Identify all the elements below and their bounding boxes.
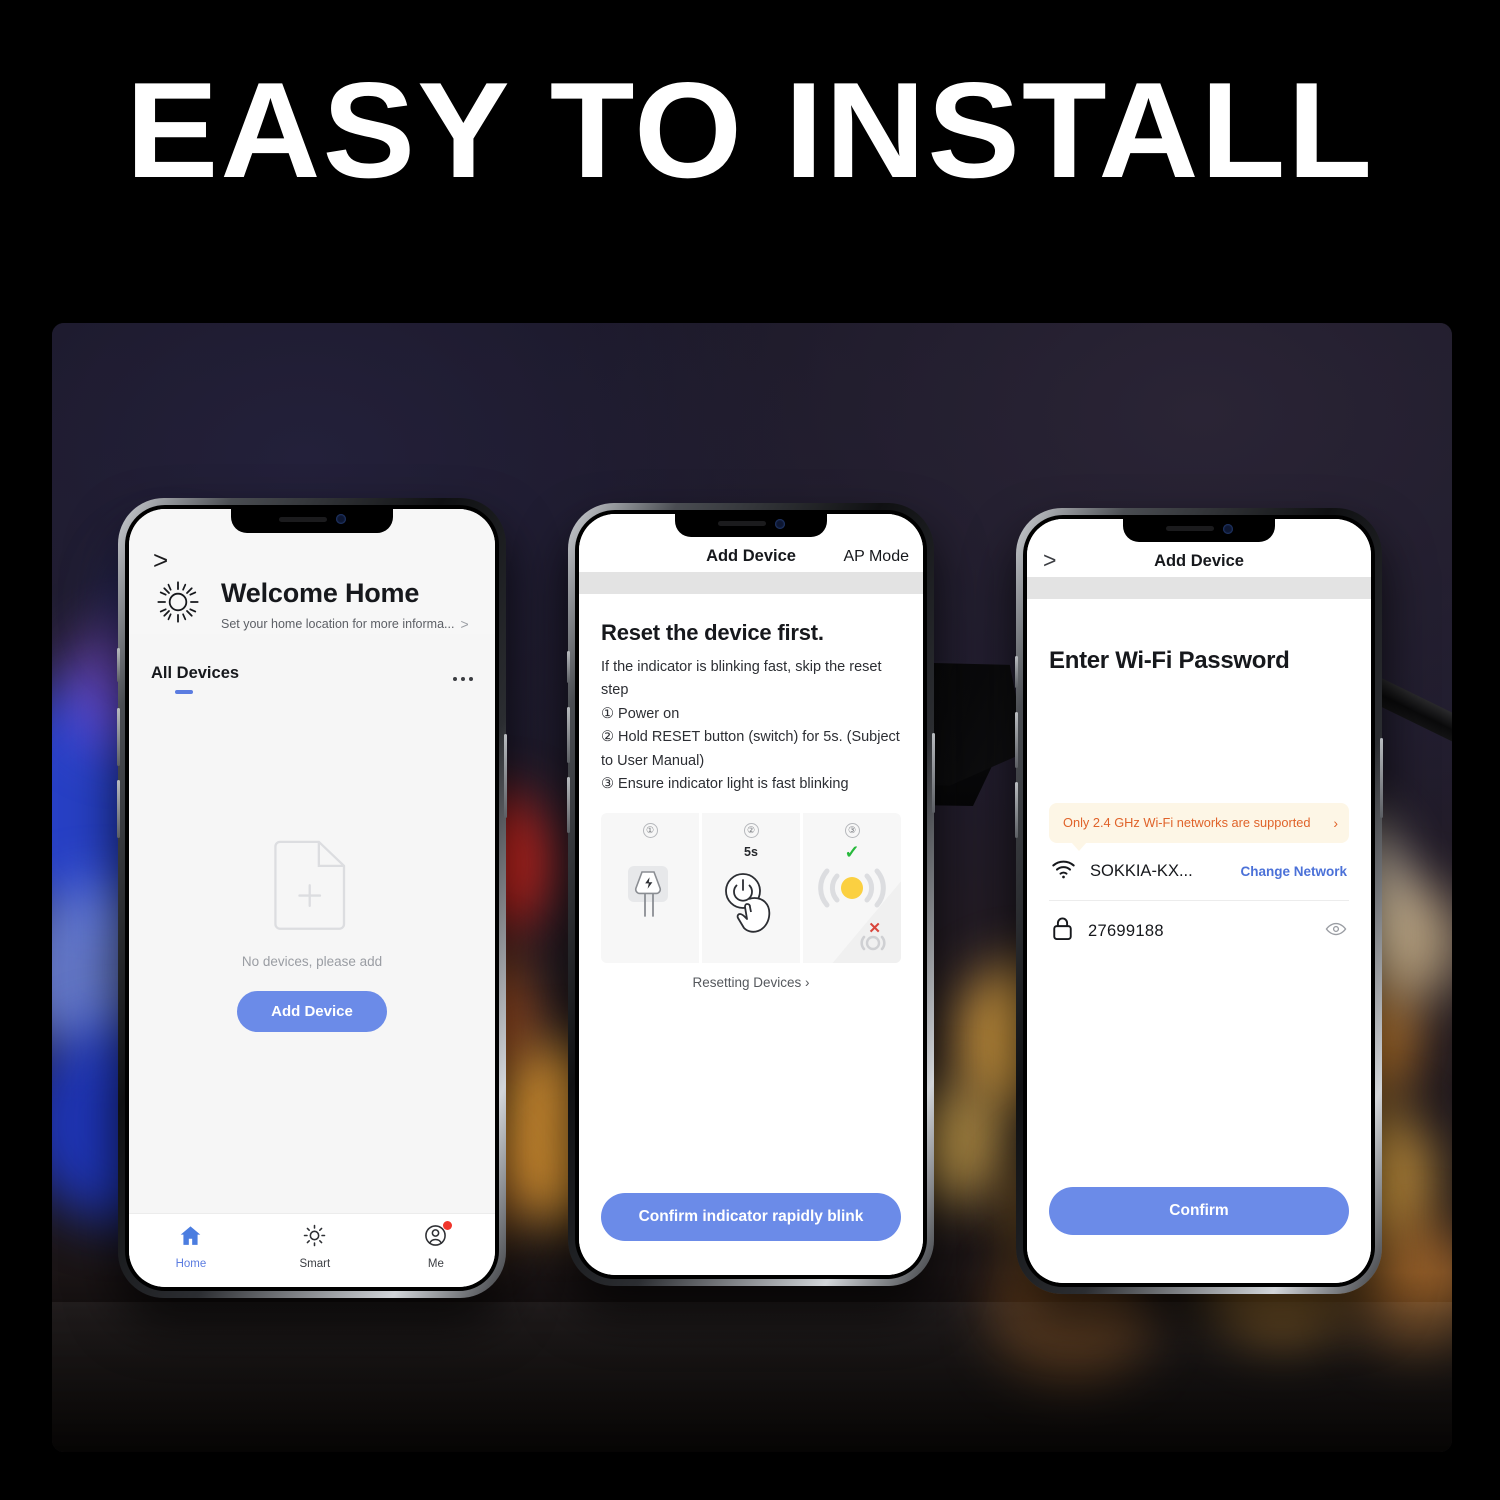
illus-step-2-number: ②	[743, 822, 759, 838]
wifi-password-heading: Enter Wi-Fi Password	[1049, 647, 1290, 674]
home-icon	[178, 1223, 203, 1251]
reset-body: If the indicator is blinking fast, skip …	[601, 659, 882, 699]
notification-badge	[443, 1221, 453, 1230]
illus-step-2: ② 5s	[702, 812, 800, 963]
reset-step-3: ③ Ensure indicator light is fast blinkin…	[601, 776, 849, 793]
earpiece-speaker	[717, 521, 766, 526]
illus-step-3: ③ ✓ ✕	[803, 812, 901, 963]
back-chevron-icon[interactable]: >	[153, 547, 473, 573]
front-camera	[774, 518, 785, 529]
hold-duration-label: 5s	[744, 844, 758, 859]
nav-item-me-label: Me	[427, 1258, 444, 1270]
nav-item-home-label: Home	[175, 1258, 207, 1270]
reset-illustration: ① ② 5s ③ ✓ ✕	[601, 812, 901, 963]
phone-volume-up-button[interactable]	[567, 707, 570, 763]
phone-wifi-password-screen: > Add Device Enter Wi-Fi Password Only 2…	[1015, 508, 1383, 1294]
phone-notch	[1123, 515, 1275, 542]
change-network-button[interactable]: Change Network	[1240, 864, 1347, 879]
wifi-band-tip[interactable]: Only 2.4 GHz Wi-Fi networks are supporte…	[1049, 803, 1349, 852]
wifi-icon	[1051, 858, 1076, 885]
reset-step-2: ② Hold RESET button (switch) for 5s. (Su…	[601, 729, 900, 769]
nav-item-me[interactable]: Me	[423, 1221, 453, 1270]
nav-item-smart[interactable]: Smart	[299, 1223, 330, 1270]
confirm-indicator-blink-button[interactable]: Confirm indicator rapidly blink	[601, 1193, 901, 1241]
content-card: Reset the device first. If the indicator…	[579, 594, 923, 1275]
nav-divider	[579, 572, 923, 594]
password-value[interactable]: 27699188	[1088, 922, 1311, 941]
confirm-button[interactable]: Confirm	[1049, 1187, 1349, 1235]
check-icon: ✓	[844, 841, 860, 862]
ellipsis-icon[interactable]	[453, 677, 473, 681]
floor-sheen	[52, 1302, 1452, 1452]
nav-title: Add Device	[706, 547, 796, 565]
bottom-nav: Home Smart Me	[129, 1213, 495, 1287]
illus-step-3-number: ③	[844, 822, 860, 838]
reset-heading: Reset the device first.	[601, 620, 824, 645]
phone-power-button[interactable]	[504, 734, 507, 818]
empty-state: No devices, please add Add Device	[129, 694, 495, 1213]
phone-mute-switch[interactable]	[567, 651, 570, 683]
tab-all-devices[interactable]: All Devices	[151, 664, 239, 683]
phone-mute-switch[interactable]	[117, 648, 120, 682]
phone-volume-up-button[interactable]	[1015, 712, 1018, 768]
phone-power-button[interactable]	[1380, 738, 1383, 818]
phone-mute-switch[interactable]	[1015, 656, 1018, 688]
empty-state-label: No devices, please add	[241, 954, 383, 969]
nav-item-home[interactable]: Home	[175, 1223, 207, 1270]
phone-notch	[231, 505, 393, 533]
ap-mode-button[interactable]: AP Mode	[843, 548, 909, 566]
ssid-value: SOKKIA-KX...	[1090, 862, 1193, 881]
earpiece-speaker	[1165, 526, 1214, 531]
wifi-band-tip-text: Only 2.4 GHz Wi-Fi networks are supporte…	[1063, 815, 1311, 830]
phone-volume-down-button[interactable]	[117, 780, 120, 838]
phone-volume-down-button[interactable]	[1015, 782, 1018, 838]
ssid-row[interactable]: SOKKIA-KX... Change Network	[1049, 843, 1349, 900]
illus-step-1-number: ①	[642, 822, 658, 838]
reset-step-1: ① Power on	[601, 705, 680, 722]
sun-icon	[302, 1223, 327, 1251]
chevron-right-icon: ›	[1333, 815, 1338, 832]
screen-wifi-password: > Add Device Enter Wi-Fi Password Only 2…	[1027, 519, 1371, 1283]
slow-blink-icon	[851, 930, 895, 961]
phone-reset-device-screen: Add Device AP Mode Reset the device firs…	[567, 503, 935, 1286]
press-and-hold-icon	[715, 865, 787, 950]
screen-reset-device: Add Device AP Mode Reset the device firs…	[579, 514, 923, 1275]
empty-document-icon	[270, 835, 354, 936]
illus-step-1: ①	[601, 812, 699, 963]
phone-volume-down-button[interactable]	[567, 777, 570, 833]
chevron-right-icon[interactable]: >	[460, 616, 468, 632]
sun-icon	[151, 575, 205, 634]
content-card: Enter Wi-Fi Password Only 2.4 GHz Wi-Fi …	[1027, 599, 1371, 1283]
nav-divider	[1027, 577, 1371, 599]
user-circle-icon	[423, 1221, 453, 1251]
plug-icon	[620, 862, 680, 929]
front-camera	[1222, 523, 1233, 534]
home-subtitle[interactable]: Set your home location for more informa.…	[221, 617, 454, 631]
page-title: EASY TO INSTALL	[125, 54, 1375, 206]
resetting-devices-link[interactable]: Resetting Devices ›	[601, 975, 901, 990]
add-device-button[interactable]: Add Device	[237, 991, 387, 1032]
promo-page: EASY TO INSTALL > Welcome Home Set your …	[0, 0, 1500, 1500]
password-row[interactable]: 27699188	[1049, 900, 1349, 961]
phone-power-button[interactable]	[932, 733, 935, 813]
screen-home: > Welcome Home Set your home location fo…	[129, 509, 495, 1287]
nav-item-smart-label: Smart	[299, 1258, 331, 1270]
earpiece-speaker	[278, 516, 327, 522]
phone-notch	[675, 510, 827, 537]
phone-home-screen: > Welcome Home Set your home location fo…	[117, 498, 507, 1298]
lock-icon	[1051, 916, 1074, 946]
back-chevron-icon[interactable]: >	[1043, 547, 1056, 574]
front-camera	[335, 514, 346, 524]
home-title: Welcome Home	[221, 577, 420, 608]
eye-icon[interactable]	[1325, 921, 1347, 942]
nav-title: Add Device	[1154, 552, 1244, 570]
phone-volume-up-button[interactable]	[117, 708, 120, 766]
